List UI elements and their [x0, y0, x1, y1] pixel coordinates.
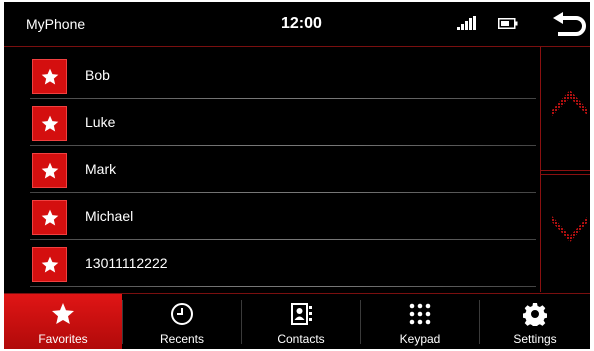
signal-icon	[457, 16, 476, 30]
favorite-item[interactable]: Bob	[28, 52, 536, 99]
scroll-down-icon[interactable]	[552, 210, 588, 250]
tab-label: Contacts	[277, 332, 325, 346]
contact-name: 13011112222	[85, 255, 168, 271]
tab-recents[interactable]: Recents	[123, 294, 241, 349]
app-title: MyPhone	[26, 16, 86, 32]
tab-label: Keypad	[399, 332, 441, 346]
tab-keypad[interactable]: Keypad	[361, 294, 479, 349]
star-icon	[32, 247, 67, 282]
divider	[30, 286, 536, 287]
star-icon	[32, 200, 67, 235]
status-bar: MyPhone 12:00	[4, 2, 590, 47]
clock: 12:00	[281, 15, 322, 32]
battery-icon	[498, 18, 518, 29]
phone-app-screen: MyPhone 12:00 Bob Luke Mark Michael 1301…	[4, 2, 590, 349]
back-button[interactable]	[552, 12, 586, 40]
star-icon	[52, 303, 74, 324]
contact-card-icon	[291, 303, 312, 325]
favorite-item[interactable]: 13011112222	[28, 240, 536, 287]
bottom-nav: Favorites Recents Contacts Keypad Settin…	[4, 293, 590, 349]
contact-name: Bob	[85, 67, 110, 83]
favorites-list: Bob Luke Mark Michael 13011112222	[28, 52, 536, 292]
tab-label: Favorites	[38, 332, 88, 346]
favorite-item[interactable]: Luke	[28, 99, 536, 146]
favorite-item[interactable]: Michael	[28, 193, 536, 240]
tab-favorites[interactable]: Favorites	[4, 294, 122, 349]
star-icon	[32, 106, 67, 141]
star-icon	[32, 153, 67, 188]
star-icon	[32, 59, 67, 94]
tab-label: Recents	[159, 332, 205, 346]
contact-name: Michael	[85, 208, 134, 224]
tab-label: Settings	[513, 332, 557, 346]
gear-icon	[523, 303, 547, 326]
scroll-up-icon[interactable]	[552, 82, 588, 122]
contact-name: Mark	[85, 161, 117, 177]
keypad-icon	[409, 303, 431, 325]
favorite-item[interactable]: Mark	[28, 146, 536, 193]
tab-contacts[interactable]: Contacts	[242, 294, 360, 349]
contact-name: Luke	[85, 114, 116, 130]
clock-icon	[171, 303, 193, 325]
scroll-divider	[540, 170, 590, 175]
tab-settings[interactable]: Settings	[480, 294, 590, 349]
